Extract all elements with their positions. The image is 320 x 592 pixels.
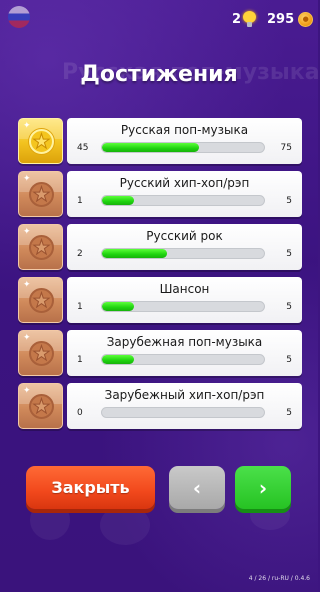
page-title: Достижения (80, 62, 238, 87)
next-page-button[interactable]: › (235, 466, 291, 509)
achievement-current: 45 (77, 143, 89, 153)
achievement-name: Шансон (159, 282, 210, 296)
progress-fill (102, 302, 135, 311)
achievement-target: 5 (286, 196, 292, 206)
achievement-name: Русский хип-хоп/рэп (119, 176, 250, 190)
achievement-target: 75 (280, 143, 292, 153)
achievement-card: Шансон 1 5 (67, 277, 302, 323)
progress-bar (101, 142, 265, 153)
coins-counter: 295 ● (267, 10, 314, 28)
achievement-current: 1 (77, 302, 83, 312)
star-medal-icon: ★ ✦ (18, 171, 63, 217)
russia-flag-icon[interactable] (8, 6, 30, 28)
achievement-row: ★ ✦ Шансон 1 5 (18, 277, 302, 323)
achievement-target: 5 (286, 302, 292, 312)
progress-bar (101, 301, 265, 312)
achievement-current: 1 (77, 196, 83, 206)
progress-fill (102, 143, 200, 152)
star-medal-icon: ★ ✦ (18, 330, 63, 376)
achievement-card: Русская поп-музыка 45 75 (67, 118, 302, 164)
chevron-right-icon: › (258, 475, 268, 500)
background-decoration (100, 505, 150, 545)
hints-count: 2 (232, 11, 242, 27)
achievement-target: 5 (286, 408, 292, 418)
progress-bar (101, 195, 265, 206)
achievement-name: Русский рок (146, 229, 223, 243)
progress-bar (101, 407, 265, 418)
coins-count: 295 (267, 11, 295, 27)
achievement-card: Зарубежный хип-хоп/рэп 0 5 (67, 383, 302, 429)
achievement-card: Русский рок 2 5 (67, 224, 302, 270)
achievement-row: ★ ✦ Русская поп-музыка 45 75 (18, 118, 302, 164)
progress-fill (102, 355, 135, 364)
progress-bar (101, 354, 265, 365)
star-medal-icon: ★ ✦ (18, 118, 63, 164)
previous-page-button[interactable]: ‹ (169, 466, 225, 509)
progress-fill (102, 249, 167, 258)
star-medal-icon: ★ ✦ (18, 224, 63, 270)
achievement-row: ★ ✦ Русский рок 2 5 (18, 224, 302, 270)
achievement-current: 2 (77, 249, 83, 259)
achievement-current: 1 (77, 355, 83, 365)
progress-fill (102, 196, 135, 205)
star-medal-icon: ★ ✦ (18, 383, 63, 429)
progress-bar (101, 248, 265, 259)
achievement-row: ★ ✦ Зарубежный хип-хоп/рэп 0 5 (18, 383, 302, 429)
achievement-row: ★ ✦ Русский хип-хоп/рэп 1 5 (18, 171, 302, 217)
lightbulb-icon (243, 10, 257, 28)
achievement-name: Русская поп-музыка (120, 123, 249, 137)
achievement-card: Зарубежная поп-музыка 1 5 (67, 330, 302, 376)
achievement-current: 0 (77, 408, 83, 418)
close-button[interactable]: Закрыть (26, 466, 155, 509)
chevron-left-icon: ‹ (192, 475, 202, 500)
achievement-card: Русский хип-хоп/рэп 1 5 (67, 171, 302, 217)
achievement-target: 5 (286, 355, 292, 365)
achievement-name: Зарубежный хип-хоп/рэп (104, 388, 265, 402)
achievement-target: 5 (286, 249, 292, 259)
star-medal-icon: ★ ✦ (18, 277, 63, 323)
hints-counter: 2 (232, 10, 257, 28)
achievement-name: Зарубежная поп-музыка (106, 335, 263, 349)
coin-icon: ● (298, 11, 314, 27)
achievement-row: ★ ✦ Зарубежная поп-музыка 1 5 (18, 330, 302, 376)
version-label: 4 / 26 / ru-RU / 0.4.6 (248, 575, 310, 582)
